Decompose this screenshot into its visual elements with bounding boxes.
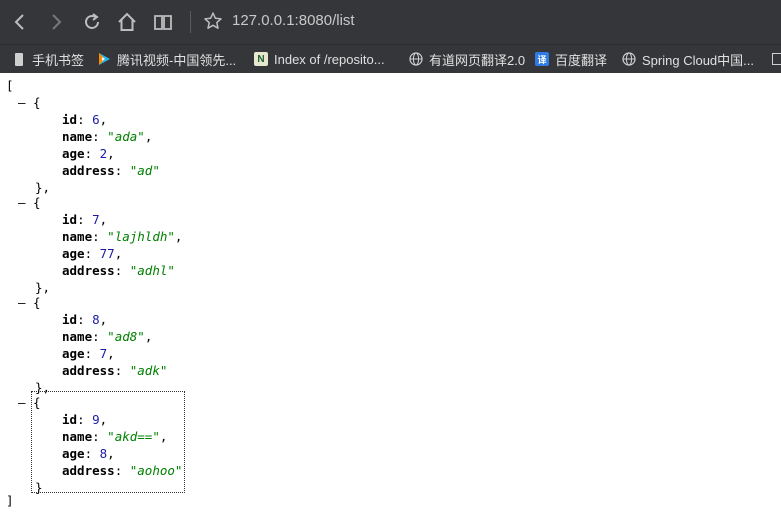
- bookmark-label: 百度翻译: [555, 52, 608, 68]
- json-field-address: address: "adk": [62, 363, 168, 378]
- json-field-address: address: "aohoo": [62, 463, 183, 478]
- bookmark-label: 手机书签: [32, 52, 85, 68]
- json-value: "adhl": [129, 263, 175, 278]
- array-open-bracket: [: [6, 78, 14, 93]
- json-key: id: [62, 312, 78, 327]
- json-field-age: age: 8,: [62, 446, 115, 461]
- n-logo-icon: N: [254, 52, 268, 66]
- array-close-bracket: ]: [6, 493, 14, 508]
- json-value: "adk": [129, 363, 168, 378]
- overflow-icon: [772, 53, 781, 65]
- json-key: id: [62, 212, 78, 227]
- json-value: 7: [99, 346, 108, 361]
- collapse-toggle[interactable]: –: [18, 295, 26, 310]
- json-key: name: [62, 129, 93, 144]
- bookmark-baidu-translate[interactable]: 译 百度翻译: [535, 49, 607, 69]
- bookmark-star-button[interactable]: [203, 11, 223, 36]
- json-key: address: [62, 463, 115, 478]
- json-value: "ad": [129, 163, 160, 178]
- reload-button[interactable]: [80, 10, 104, 34]
- bookmark-spring-cloud[interactable]: Spring Cloud中国...: [622, 49, 754, 69]
- json-key: address: [62, 263, 115, 278]
- address-bar[interactable]: 127.0.0.1:8080/list: [232, 12, 355, 29]
- browser-toolbar: 127.0.0.1:8080/list: [0, 0, 781, 44]
- json-field-name: name: "ada",: [62, 129, 153, 144]
- phone-icon: [12, 52, 26, 66]
- json-key: address: [62, 363, 115, 378]
- bookmark-label: 有道网页翻译2.0: [429, 52, 526, 68]
- json-value: 77: [99, 246, 115, 261]
- bookmark-tencent-video[interactable]: 腾讯视频-中国领先...: [97, 49, 236, 69]
- bookmark-youdao[interactable]: 有道网页翻译2.0: [409, 49, 525, 69]
- json-field-id: id: 7,: [62, 212, 108, 227]
- json-value: 7: [92, 212, 100, 227]
- json-key: address: [62, 163, 115, 178]
- json-field-age: age: 2,: [62, 146, 115, 161]
- collapse-toggle[interactable]: –: [18, 95, 26, 110]
- tencent-video-icon: [97, 52, 111, 66]
- chevron-right-icon: [52, 14, 62, 30]
- reload-icon: [85, 13, 99, 29]
- json-object-open: – {: [18, 95, 41, 110]
- json-field-id: id: 8,: [62, 312, 108, 327]
- json-key: name: [62, 229, 93, 244]
- bookmark-label: Spring Cloud中国...: [642, 52, 754, 68]
- json-field-address: address: "adhl": [62, 263, 175, 278]
- json-object-open: – {: [18, 195, 41, 210]
- json-key: age: [62, 146, 85, 161]
- bookmarks-bar: 手机书签 腾讯视频-中国领先... N Index of /reposito..…: [0, 44, 781, 73]
- bookmark-mobile[interactable]: 手机书签: [12, 49, 84, 69]
- json-field-id: id: 6,: [62, 112, 108, 127]
- json-field-age: age: 7,: [62, 346, 115, 361]
- json-key: name: [62, 329, 93, 344]
- back-button[interactable]: [8, 10, 32, 34]
- json-value: "ada": [107, 129, 145, 144]
- bookmark-label: Index of /reposito...: [274, 51, 385, 67]
- json-key: age: [62, 446, 85, 461]
- bookmark-label: 腾讯视频-中国领先...: [117, 52, 237, 68]
- json-key: id: [62, 112, 78, 127]
- json-value: "aohoo": [129, 463, 183, 478]
- collapse-toggle[interactable]: –: [18, 395, 26, 410]
- json-value: 8: [92, 312, 100, 327]
- json-object-open: – {: [18, 295, 41, 310]
- home-icon: [118, 12, 136, 31]
- json-field-id: id: 9,: [62, 412, 108, 427]
- collapse-toggle[interactable]: –: [18, 195, 26, 210]
- json-field-age: age: 77,: [62, 246, 123, 261]
- json-field-name: name: "lajhldh",: [62, 229, 183, 244]
- json-object-open: – {: [18, 395, 41, 410]
- json-value: 8: [99, 446, 108, 461]
- json-value: "akd==": [107, 429, 160, 444]
- bookmark-overflow[interactable]: [772, 49, 781, 69]
- json-key: age: [62, 346, 85, 361]
- toolbar-divider: [190, 11, 191, 33]
- translate-icon: 译: [535, 52, 549, 66]
- reader-mode-button[interactable]: [151, 10, 175, 34]
- globe-icon: [409, 52, 423, 66]
- json-value: 6: [92, 112, 100, 127]
- json-value: 2: [99, 146, 108, 161]
- json-object-close: }: [35, 480, 43, 495]
- json-value: "lajhldh": [107, 229, 175, 244]
- json-key: name: [62, 429, 93, 444]
- chevron-left-icon: [14, 14, 24, 30]
- json-key: age: [62, 246, 85, 261]
- json-value: "ad8": [107, 329, 145, 344]
- json-value: 9: [92, 412, 100, 427]
- forward-button[interactable]: [44, 10, 68, 34]
- home-button[interactable]: [115, 10, 139, 34]
- globe-icon: [622, 52, 636, 66]
- book-icon: [154, 15, 172, 30]
- json-field-address: address: "ad": [62, 163, 160, 178]
- bookmark-index-repository[interactable]: N Index of /reposito...: [254, 49, 385, 69]
- json-field-name: name: "akd==",: [62, 429, 168, 444]
- json-viewer: [ ] – { id: 6, name: "ada", age: 2, address:…: [0, 73, 781, 522]
- star-icon: [204, 12, 222, 29]
- json-field-name: name: "ad8",: [62, 329, 153, 344]
- json-key: id: [62, 412, 78, 427]
